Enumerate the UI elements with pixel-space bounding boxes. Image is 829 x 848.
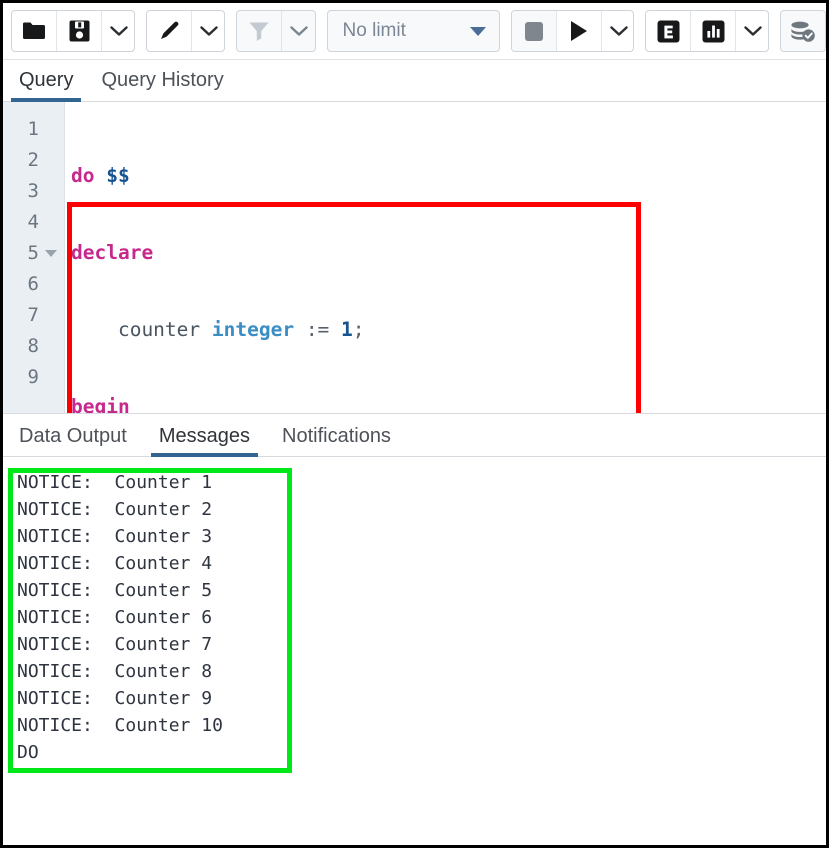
tab-query[interactable]: Query <box>15 69 77 101</box>
line-number: 9 <box>28 362 39 393</box>
chevron-down-icon <box>470 27 486 36</box>
row-limit-value: No limit <box>343 20 406 42</box>
line-number: 4 <box>28 207 39 238</box>
tab-messages[interactable]: Messages <box>155 425 254 456</box>
chevron-down-icon <box>110 25 128 37</box>
message-line: NOTICE: Counter 4 <box>17 550 826 577</box>
chevron-down-icon <box>290 25 308 37</box>
tab-notifications-label: Notifications <box>282 425 391 447</box>
open-file-button[interactable] <box>12 11 57 51</box>
save-options-caret[interactable] <box>102 11 135 51</box>
message-line: NOTICE: Counter 3 <box>17 523 826 550</box>
tab-query-label: Query <box>19 69 73 91</box>
line-number: 8 <box>28 331 39 362</box>
message-line: NOTICE: Counter 1 <box>17 469 826 496</box>
tab-messages-label: Messages <box>159 425 250 447</box>
gutter-line: 2 <box>3 145 64 176</box>
message-line: NOTICE: Counter 10 <box>17 712 826 739</box>
play-triangle-icon <box>569 20 589 42</box>
tab-data-output-label: Data Output <box>19 425 127 447</box>
message-line: NOTICE: Counter 6 <box>17 604 826 631</box>
tab-query-history-label: Query History <box>101 69 223 91</box>
edit-button[interactable] <box>147 11 192 51</box>
gutter-line: 4 <box>3 207 64 238</box>
commit-button-group <box>780 10 826 52</box>
line-number: 1 <box>28 114 39 145</box>
explain-e-icon <box>657 20 680 43</box>
pgadmin-query-tool-window: No limit <box>0 0 829 848</box>
bar-chart-icon <box>702 20 725 43</box>
funnel-icon <box>248 20 270 42</box>
line-number: 3 <box>28 176 39 207</box>
execute-options-caret[interactable] <box>602 11 635 51</box>
line-number: 6 <box>28 269 39 300</box>
code-line-1: do $$ <box>71 160 826 191</box>
execution-button-group <box>511 10 635 52</box>
tab-notifications[interactable]: Notifications <box>278 425 395 456</box>
gutter-line: 5 <box>3 238 64 269</box>
result-tab-bar: Data Output Messages Notifications <box>3 413 826 457</box>
line-number-gutter: 1 2 3 4 5 6 7 8 9 <box>3 102 65 413</box>
chevron-down-icon <box>200 25 218 37</box>
message-line: NOTICE: Counter 2 <box>17 496 826 523</box>
stop-query-button[interactable] <box>512 11 557 51</box>
line-number: 5 <box>28 238 39 269</box>
explain-options-caret[interactable] <box>736 11 769 51</box>
analyze-button-group <box>645 10 769 52</box>
save-floppy-icon <box>69 20 90 42</box>
explain-analyze-button[interactable] <box>691 11 736 51</box>
commit-status-button[interactable] <box>781 11 826 51</box>
message-line: NOTICE: Counter 5 <box>17 577 826 604</box>
filter-button[interactable] <box>237 11 282 51</box>
query-tool-toolbar: No limit <box>3 3 826 60</box>
stop-square-icon <box>524 21 544 42</box>
edit-options-caret[interactable] <box>192 11 225 51</box>
gutter-line: 3 <box>3 176 64 207</box>
tab-query-history[interactable]: Query History <box>97 69 227 101</box>
line-number: 2 <box>28 145 39 176</box>
pencil-icon <box>158 20 180 42</box>
gutter-line: 7 <box>3 300 64 331</box>
database-check-icon <box>790 20 816 43</box>
gutter-line: 8 <box>3 331 64 362</box>
messages-output[interactable]: NOTICE: Counter 1 NOTICE: Counter 2 NOTI… <box>3 457 826 780</box>
chevron-down-icon <box>744 25 762 37</box>
sql-editor[interactable]: 1 2 3 4 5 6 7 8 9 do $$ declare counter … <box>3 102 826 413</box>
message-line: NOTICE: Counter 8 <box>17 658 826 685</box>
message-line: NOTICE: Counter 9 <box>17 685 826 712</box>
gutter-line: 9 <box>3 362 64 393</box>
message-line: DO <box>17 739 826 766</box>
explain-button[interactable] <box>646 11 691 51</box>
code-line-2: declare <box>71 237 826 268</box>
line-number: 7 <box>28 300 39 331</box>
sql-code-area[interactable]: do $$ declare counter integer := 1; begi… <box>65 102 826 413</box>
message-line: NOTICE: Counter 7 <box>17 631 826 658</box>
chevron-down-icon <box>610 25 628 37</box>
edit-button-group <box>146 10 225 52</box>
gutter-line: 6 <box>3 269 64 300</box>
save-file-button[interactable] <box>57 11 102 51</box>
code-line-3: counter integer := 1; <box>71 314 826 345</box>
gutter-line: 1 <box>3 114 64 145</box>
filter-button-group <box>236 10 315 52</box>
main-tab-bar: Query Query History <box>3 60 826 102</box>
row-limit-select[interactable]: No limit <box>327 10 500 52</box>
code-line-4: begin <box>71 391 826 413</box>
folder-icon <box>22 21 46 41</box>
filter-options-caret[interactable] <box>282 11 315 51</box>
execute-query-button[interactable] <box>557 11 602 51</box>
fold-triangle-icon[interactable] <box>45 250 57 257</box>
tab-data-output[interactable]: Data Output <box>15 425 131 456</box>
file-button-group <box>11 10 135 52</box>
